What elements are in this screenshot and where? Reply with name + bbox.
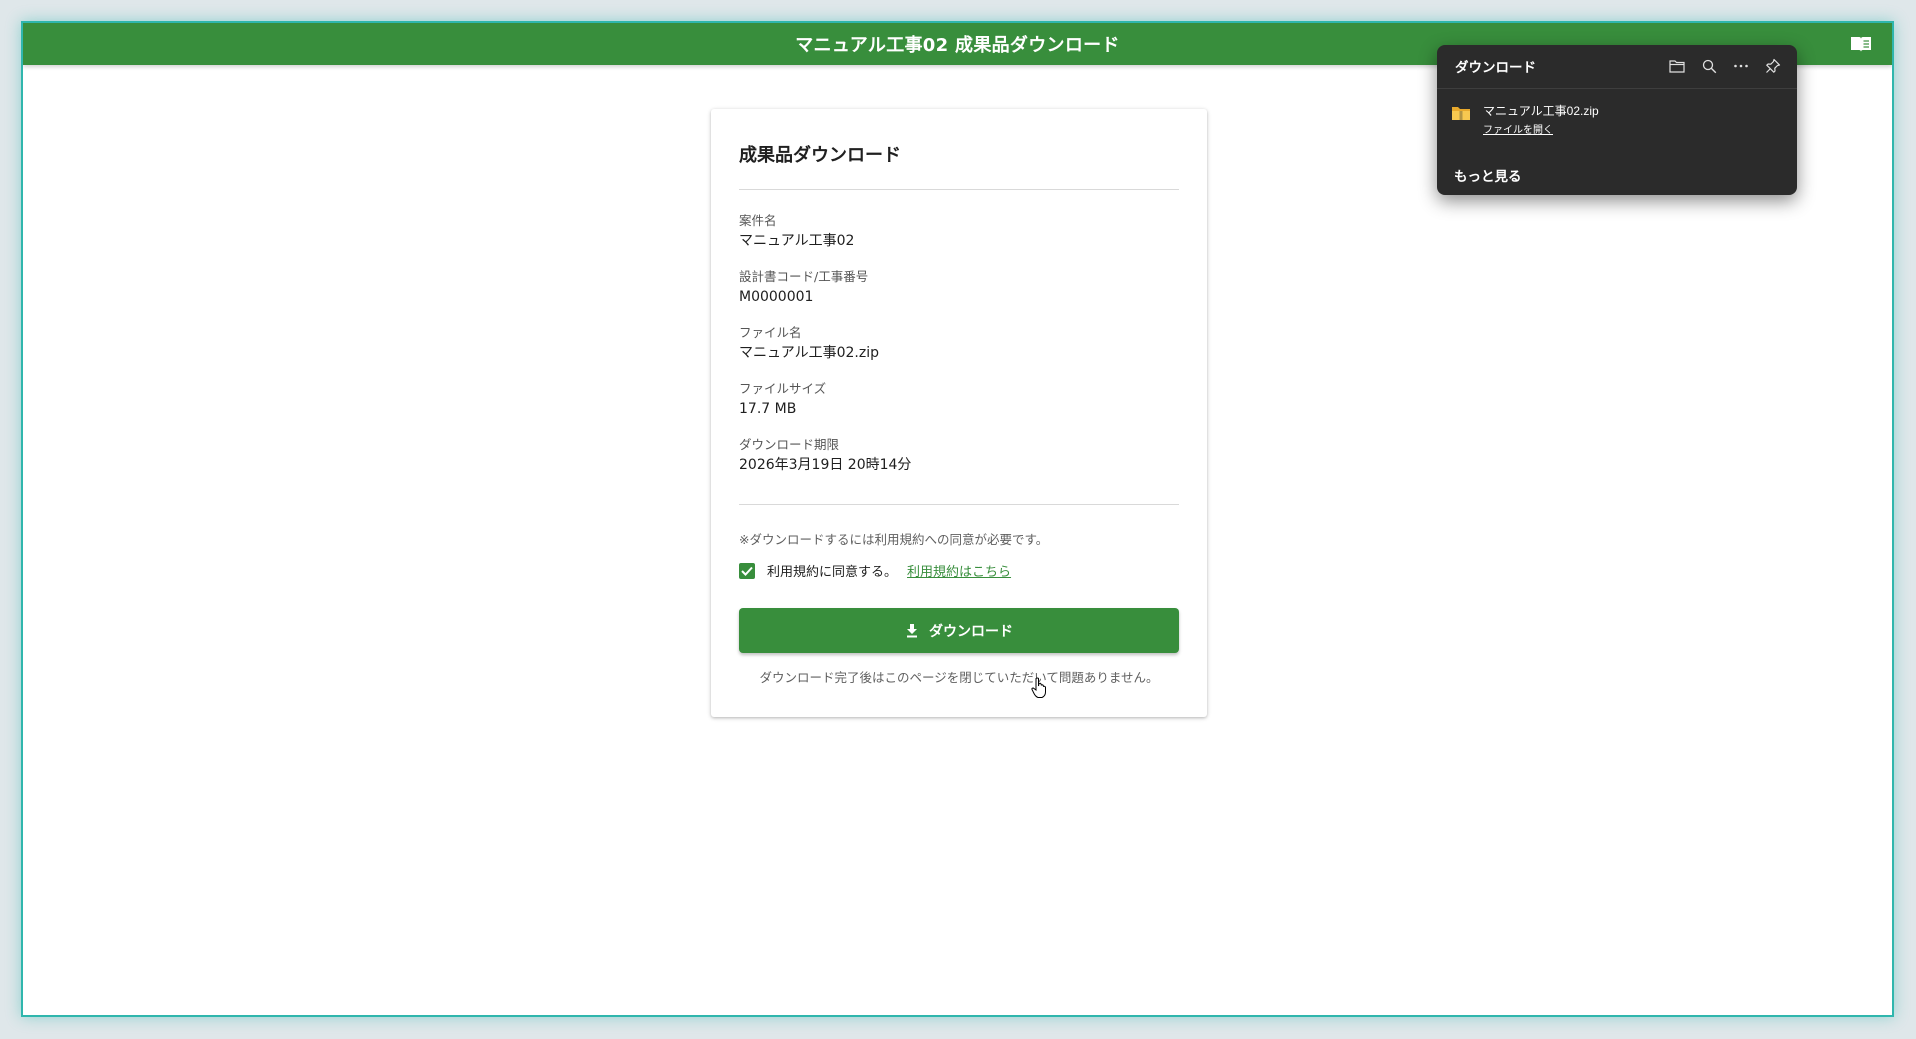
terms-notice: ※ダウンロードするには利用規約への同意が必要です。 bbox=[739, 532, 1049, 547]
field-value: 2026年3月19日 20時14分 bbox=[739, 457, 912, 473]
download-button[interactable]: ダウンロード bbox=[739, 608, 1179, 653]
field-label: ファイル名 bbox=[739, 325, 802, 340]
card-title: 成果品ダウンロード bbox=[739, 145, 901, 166]
check-icon bbox=[741, 566, 753, 576]
download-card: 成果品ダウンロード 案件名 マニュアル工事02 設計書コード/工事番号 M000… bbox=[711, 109, 1207, 717]
open-file-link[interactable]: ファイルを開く bbox=[1483, 121, 1599, 136]
search-icon[interactable] bbox=[1697, 54, 1721, 78]
divider bbox=[739, 189, 1179, 190]
downloads-header: ダウンロード bbox=[1455, 45, 1785, 87]
field-label: ダウンロード期限 bbox=[739, 437, 840, 452]
hand-cursor-icon bbox=[1031, 677, 1046, 698]
after-download-note: ダウンロード完了後はこのページを閉じていただいて問題ありません。 bbox=[759, 670, 1159, 685]
book-open-icon[interactable] bbox=[1848, 33, 1874, 55]
download-icon bbox=[905, 623, 919, 638]
see-more-link[interactable]: もっと見る bbox=[1454, 165, 1522, 185]
download-button-label: ダウンロード bbox=[929, 623, 1013, 640]
terms-link[interactable]: 利用規約はこちら bbox=[907, 561, 1011, 580]
downloads-title: ダウンロード bbox=[1455, 60, 1536, 75]
pin-icon[interactable] bbox=[1761, 54, 1785, 78]
field-label: 設計書コード/工事番号 bbox=[739, 269, 869, 284]
field-value: 17.7 MB bbox=[739, 401, 797, 417]
field-value: マニュアル工事02 bbox=[739, 233, 855, 249]
field-file-size: ファイルサイズ 17.7 MB bbox=[739, 381, 826, 419]
divider bbox=[739, 504, 1179, 505]
field-label: ファイルサイズ bbox=[739, 381, 827, 396]
page-title: マニュアル工事02 成果品ダウンロード bbox=[795, 35, 1120, 56]
browser-window: マニュアル工事02 成果品ダウンロード 成果品ダウンロード 案件名 マニュアル工… bbox=[21, 21, 1894, 1017]
more-icon[interactable] bbox=[1729, 54, 1753, 78]
field-label: 案件名 bbox=[739, 213, 777, 228]
field-file-name: ファイル名 マニュアル工事02.zip bbox=[739, 325, 879, 363]
field-project-name: 案件名 マニュアル工事02 bbox=[739, 213, 854, 251]
agree-row: 利用規約に同意する。 利用規約はこちら bbox=[739, 561, 1011, 580]
download-item[interactable]: マニュアル工事02.zip ファイルを開く bbox=[1451, 103, 1599, 136]
download-filename: マニュアル工事02.zip bbox=[1483, 104, 1599, 118]
field-download-deadline: ダウンロード期限 2026年3月19日 20時14分 bbox=[739, 437, 911, 475]
folder-icon[interactable] bbox=[1665, 54, 1689, 78]
field-value: マニュアル工事02.zip bbox=[739, 345, 879, 361]
field-value: M0000001 bbox=[739, 289, 814, 305]
field-design-code: 設計書コード/工事番号 M0000001 bbox=[739, 269, 868, 307]
agree-checkbox[interactable] bbox=[739, 562, 755, 579]
zip-folder-icon bbox=[1451, 105, 1471, 126]
downloads-flyout: ダウンロード マニュアル工事02.zip ファイルを開く もっと見る bbox=[1437, 45, 1797, 195]
agree-label[interactable]: 利用規約に同意する。 bbox=[767, 561, 897, 580]
downloads-separator bbox=[1437, 88, 1797, 89]
